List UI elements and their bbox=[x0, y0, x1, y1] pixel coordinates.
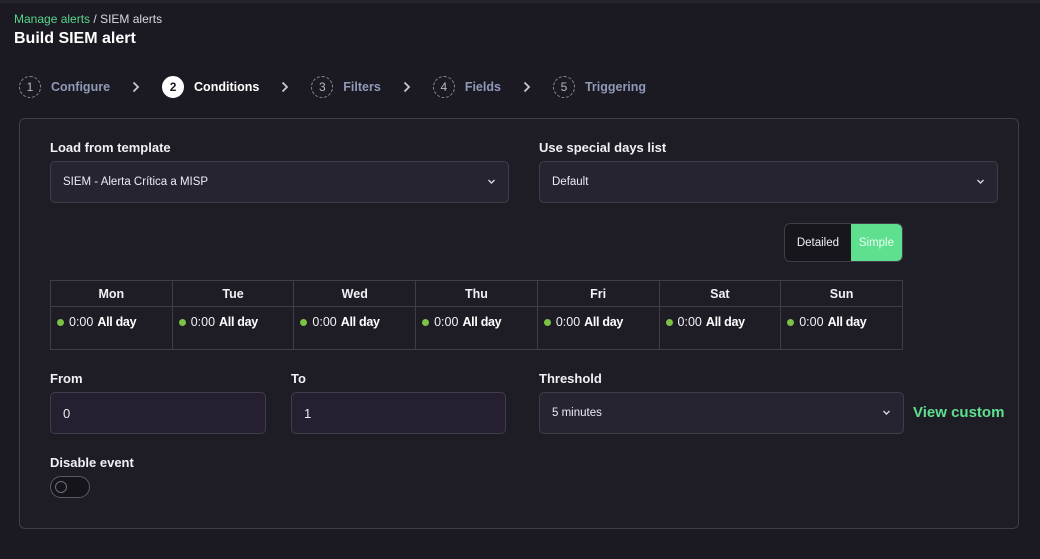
day-cell-sat: 0:00 All day bbox=[658, 306, 782, 350]
breadcrumb-current: SIEM alerts bbox=[100, 12, 163, 26]
status-dot-icon bbox=[787, 318, 795, 326]
stepper: 1 Configure 2 Conditions 3 Filters 4 Fie… bbox=[19, 76, 646, 98]
slot-range: All day bbox=[340, 315, 380, 329]
chevron-down-icon bbox=[883, 410, 890, 415]
to-input[interactable]: 1 bbox=[291, 392, 506, 434]
slot-range: All day bbox=[97, 315, 137, 329]
step-triggering[interactable]: 5 Triggering bbox=[552, 76, 647, 98]
day-cell-wed: 0:00 All day bbox=[293, 306, 417, 350]
chevron-right-icon bbox=[403, 81, 411, 93]
threshold-label: Threshold bbox=[539, 371, 602, 386]
day-header-fri: Fri bbox=[536, 280, 660, 307]
chevron-right-icon bbox=[523, 81, 531, 93]
breadcrumb-separator: / bbox=[90, 12, 101, 26]
status-dot-icon bbox=[422, 318, 430, 326]
step-label: Configure bbox=[51, 80, 111, 94]
weekly-schedule-table: Mon Tue Wed Thu Fri Sat Sun 0:00 All day … bbox=[50, 280, 903, 350]
chevron-down-icon bbox=[977, 179, 984, 184]
toggle-simple[interactable]: Simple bbox=[850, 224, 902, 261]
to-input-value: 1 bbox=[304, 405, 312, 421]
slot-time: 0:00 bbox=[69, 315, 94, 329]
chevron-down-icon bbox=[488, 179, 495, 184]
special-days-label: Use special days list bbox=[539, 140, 667, 155]
slot-time: 0:00 bbox=[799, 315, 824, 329]
step-fields[interactable]: 4 Fields bbox=[432, 76, 501, 98]
view-custom-link[interactable]: View custom bbox=[913, 404, 1004, 421]
step-label: Fields bbox=[464, 80, 501, 94]
day-header-sun: Sun bbox=[780, 280, 903, 307]
status-dot-icon bbox=[57, 318, 64, 326]
status-dot-icon bbox=[178, 318, 186, 326]
to-label: To bbox=[291, 371, 306, 386]
slot-range: All day bbox=[219, 315, 258, 329]
day-header-sat: Sat bbox=[658, 280, 782, 307]
view-mode-toggle: Detailed Simple bbox=[784, 223, 903, 262]
day-cell-sun: 0:00 All day bbox=[780, 306, 903, 350]
threshold-select[interactable]: 5 minutes bbox=[539, 392, 904, 434]
step-label: Conditions bbox=[194, 80, 260, 94]
time-slot[interactable]: 0:00 All day bbox=[178, 315, 294, 329]
step-filters[interactable]: 3 Filters bbox=[311, 76, 381, 98]
day-cell-tue: 0:00 All day bbox=[171, 306, 295, 350]
switch-knob bbox=[55, 481, 67, 493]
slot-time: 0:00 bbox=[312, 315, 337, 329]
toggle-detailed[interactable]: Detailed bbox=[785, 224, 851, 261]
special-days-select-value: Default bbox=[552, 176, 589, 188]
time-slot[interactable]: 0:00 All day bbox=[665, 315, 781, 329]
day-header-mon: Mon bbox=[50, 280, 173, 307]
conditions-panel: Load from template SIEM - Alerta Crítica… bbox=[19, 118, 1019, 529]
step-number: 5 bbox=[552, 76, 575, 98]
breadcrumb: Manage alerts / SIEM alerts bbox=[14, 12, 162, 26]
time-slot[interactable]: 0:00 All day bbox=[543, 315, 659, 329]
step-label: Triggering bbox=[584, 80, 647, 94]
slot-range: All day bbox=[462, 315, 502, 329]
table-row: 0:00 All day 0:00 All day 0:00 All day 0:00… bbox=[50, 306, 903, 350]
step-number: 2 bbox=[162, 76, 185, 98]
day-header-wed: Wed bbox=[293, 280, 417, 307]
template-select-value: SIEM - Alerta Crítica a MISP bbox=[63, 176, 209, 188]
time-slot[interactable]: 0:00 All day bbox=[787, 315, 902, 329]
table-header-row: Mon Tue Wed Thu Fri Sat Sun bbox=[50, 280, 903, 307]
status-dot-icon bbox=[543, 318, 551, 326]
chevron-right-icon bbox=[281, 81, 289, 93]
special-days-select[interactable]: Default bbox=[539, 161, 998, 203]
day-cell-mon: 0:00 All day bbox=[50, 306, 173, 350]
slot-time: 0:00 bbox=[434, 315, 459, 329]
slot-time: 0:00 bbox=[555, 315, 581, 329]
from-label: From bbox=[50, 371, 83, 386]
day-cell-thu: 0:00 All day bbox=[415, 306, 538, 350]
slot-range: All day bbox=[705, 315, 745, 329]
step-conditions[interactable]: 2 Conditions bbox=[162, 76, 259, 98]
step-label: Filters bbox=[343, 80, 381, 94]
breadcrumb-link-manage-alerts[interactable]: Manage alerts bbox=[14, 12, 90, 26]
day-cell-fri: 0:00 All day bbox=[536, 306, 660, 350]
page-title: Build SIEM alert bbox=[14, 30, 136, 47]
step-number: 1 bbox=[19, 76, 41, 98]
step-number: 4 bbox=[432, 76, 455, 98]
day-header-thu: Thu bbox=[415, 280, 538, 307]
time-slot[interactable]: 0:00 All day bbox=[300, 315, 415, 329]
top-bar bbox=[0, 0, 1040, 3]
slot-range: All day bbox=[827, 315, 867, 329]
from-input[interactable]: 0 bbox=[50, 392, 266, 434]
from-input-value: 0 bbox=[63, 405, 71, 421]
time-slot[interactable]: 0:00 All day bbox=[422, 315, 537, 329]
status-dot-icon bbox=[300, 318, 308, 326]
template-select[interactable]: SIEM - Alerta Crítica a MISP bbox=[50, 161, 509, 203]
slot-time: 0:00 bbox=[190, 315, 216, 329]
day-header-tue: Tue bbox=[171, 280, 295, 307]
step-number: 3 bbox=[311, 76, 334, 98]
disable-event-switch[interactable] bbox=[50, 476, 90, 498]
threshold-select-value: 5 minutes bbox=[552, 407, 602, 419]
step-configure[interactable]: 1 Configure bbox=[19, 76, 110, 98]
slot-range: All day bbox=[584, 315, 624, 329]
time-slot[interactable]: 0:00 All day bbox=[57, 315, 172, 329]
template-label: Load from template bbox=[50, 140, 171, 155]
status-dot-icon bbox=[665, 318, 673, 326]
disable-event-label: Disable event bbox=[50, 455, 134, 470]
chevron-right-icon bbox=[132, 81, 140, 93]
slot-time: 0:00 bbox=[677, 315, 702, 329]
